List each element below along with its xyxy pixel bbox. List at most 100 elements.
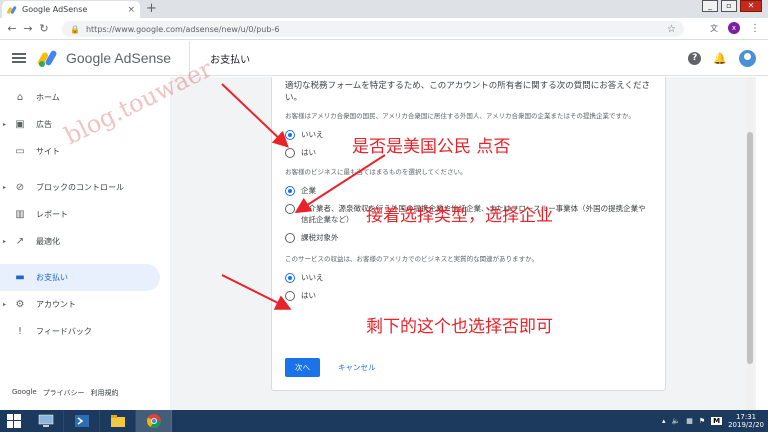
server-manager-icon[interactable] xyxy=(28,410,64,432)
sidebar-item-label: 最適化 xyxy=(36,237,60,246)
annotation-2: 接着选择类型，选择企业 xyxy=(366,206,553,226)
taskbar-clock[interactable]: 17:31 2019/2/20 xyxy=(728,413,764,429)
scrollbar-thumb[interactable] xyxy=(747,132,753,364)
network-icon[interactable]: ▦ xyxy=(686,417,693,425)
radio-button-checked[interactable] xyxy=(285,130,295,140)
help-icon[interactable]: ? xyxy=(688,52,702,65)
terms-link[interactable]: 利用規約 xyxy=(91,388,119,398)
chrome-icon[interactable] xyxy=(136,410,172,432)
profile-avatar[interactable]: x xyxy=(728,22,740,34)
clock-date: 2019/2/20 xyxy=(728,421,764,429)
ime-indicator[interactable]: M xyxy=(711,417,723,425)
tab-close-icon[interactable]: × xyxy=(127,5,135,15)
window-close-icon[interactable]: ✕ xyxy=(740,0,762,12)
form-actions: 次へ キャンセル xyxy=(285,358,376,377)
feedback-icon: ! xyxy=(17,326,22,337)
radio-button[interactable] xyxy=(285,204,295,214)
option-label: いいえ xyxy=(301,130,324,139)
sidebar-item-label: サイト xyxy=(36,147,60,156)
notifications-bell-icon[interactable]: 🔔 xyxy=(713,52,727,65)
back-icon[interactable]: ← xyxy=(4,22,20,35)
block-icon: ⊘ xyxy=(15,182,25,193)
sidebar-item-label: レポート xyxy=(36,210,68,219)
browser-tab[interactable]: Google AdSense × xyxy=(2,1,140,18)
reports-icon: ▥ xyxy=(15,209,25,220)
optimization-icon: ↗ xyxy=(15,236,25,247)
expand-caret-icon: ▸ xyxy=(3,121,7,128)
option-label: 課税対象外 xyxy=(301,233,339,242)
sidebar-item-block-controls[interactable]: ▸ ⊘ ブロックのコントロール xyxy=(0,174,160,201)
windows-taskbar: ▴ 🔈 ▦ ⚑ M 17:31 2019/2/20 xyxy=(0,410,768,432)
translate-icon[interactable]: 文 xyxy=(710,23,718,34)
q3-option-yes[interactable]: はい xyxy=(285,290,652,301)
address-url: https://www.google.com/adsense/new/u/0/p… xyxy=(85,24,280,34)
sidebar-item-account[interactable]: ▸ ⚙ アカウント xyxy=(0,291,160,318)
radio-button[interactable] xyxy=(285,148,295,158)
question-us-person: お客様はアメリカ合衆国の国民、アメリカ合衆国に居住する外国人、アメリカ合衆国の企… xyxy=(285,112,635,120)
tax-form-card: 適切な税務フォームを特定するため、このアカウントの所有者に関する次の質問にお答え… xyxy=(271,77,666,391)
new-tab-icon[interactable]: + xyxy=(146,1,157,16)
q3-option-no[interactable]: いいえ xyxy=(285,272,652,283)
browser-toolbar: ← → ↻ 🔒 https://www.google.com/adsense/n… xyxy=(0,18,768,40)
adsense-logo-icon xyxy=(38,49,60,67)
address-bar[interactable]: 🔒 https://www.google.com/adsense/new/u/0… xyxy=(62,21,684,37)
hamburger-menu-icon[interactable] xyxy=(12,51,26,65)
option-label: 企業 xyxy=(301,186,316,195)
logo-text: Google AdSense xyxy=(66,50,172,66)
sidebar-item-label: 広告 xyxy=(36,120,52,129)
forward-icon[interactable]: → xyxy=(20,22,36,35)
radio-button-checked[interactable] xyxy=(285,273,295,283)
sidebar-item-feedback[interactable]: ! フィードバック xyxy=(0,318,160,345)
option-label: いいえ xyxy=(301,273,324,282)
option-label: はい xyxy=(301,148,316,157)
clock-time: 17:31 xyxy=(735,413,757,421)
question-business-type: お客様のビジネスに最も当てはまるものを選択してください。 xyxy=(285,168,467,176)
tray-expand-icon[interactable]: ▴ xyxy=(662,417,666,425)
system-tray: ▴ 🔈 ▦ ⚑ M 17:31 2019/2/20 xyxy=(662,410,768,432)
q2-option-corporation[interactable]: 企業 xyxy=(285,185,652,196)
sidebar-item-label: お支払い xyxy=(36,273,68,282)
expand-caret-icon: ▸ xyxy=(3,301,7,308)
sidebar-item-reports[interactable]: ▥ レポート xyxy=(0,201,160,228)
radio-button[interactable] xyxy=(285,233,295,243)
sites-icon: ▭ xyxy=(15,146,25,157)
cancel-button[interactable]: キャンセル xyxy=(338,362,376,373)
footer-brand: Google xyxy=(12,388,37,396)
sidebar-item-label: ホーム xyxy=(36,93,60,102)
adsense-logo[interactable]: Google AdSense xyxy=(38,49,171,67)
main-content: 適切な税務フォームを特定するため、このアカウントの所有者に関する次の質問にお答え… xyxy=(170,77,756,410)
browser-tab-strip: Google AdSense × + _ ▫ ✕ xyxy=(0,0,768,18)
option-label: はい xyxy=(301,291,316,300)
home-icon: ⌂ xyxy=(16,92,24,103)
maximize-icon[interactable]: ▫ xyxy=(721,0,737,12)
tab-title: Google AdSense xyxy=(22,5,88,14)
expand-caret-icon: ▸ xyxy=(3,238,7,245)
sidebar-item-label: ブロックのコントロール xyxy=(36,183,124,192)
volume-icon[interactable]: 🔈 xyxy=(672,417,681,425)
sidebar-item-optimization[interactable]: ▸ ↗ 最適化 xyxy=(0,228,160,255)
annotation-3: 剩下的这个也选择否即可 xyxy=(366,317,553,337)
file-explorer-icon[interactable] xyxy=(100,410,136,432)
user-avatar[interactable] xyxy=(739,50,756,67)
sidebar-item-label: フィードバック xyxy=(36,327,92,336)
lock-icon: 🔒 xyxy=(70,24,80,34)
q2-option-tax-exempt[interactable]: 課税対象外 xyxy=(285,232,652,243)
header-actions: ? 🔔 xyxy=(688,50,756,67)
page-title: お支払い xyxy=(210,54,251,66)
annotation-1: 是否是美国公民 点否 xyxy=(352,137,511,157)
radio-button-checked[interactable] xyxy=(285,186,295,196)
payments-icon: ▬ xyxy=(15,272,25,283)
sidebar-item-payments[interactable]: ▬ お支払い xyxy=(0,264,160,291)
menu-kebab-icon[interactable]: ⋮ xyxy=(750,23,760,34)
radio-button[interactable] xyxy=(285,291,295,301)
privacy-link[interactable]: プライバシー xyxy=(43,388,85,398)
reload-icon[interactable]: ↻ xyxy=(36,22,52,35)
bookmark-star-icon[interactable]: ☆ xyxy=(667,24,676,35)
ads-icon: ▣ xyxy=(15,119,25,130)
next-button[interactable]: 次へ xyxy=(285,358,320,377)
notification-icon[interactable]: ⚑ xyxy=(699,417,705,425)
powershell-icon[interactable] xyxy=(64,410,100,432)
minimize-icon[interactable]: _ xyxy=(702,0,718,12)
windows-start-icon[interactable] xyxy=(0,410,28,432)
form-intro: 適切な税務フォームを特定するため、このアカウントの所有者に関する次の質問にお答え… xyxy=(285,81,650,103)
